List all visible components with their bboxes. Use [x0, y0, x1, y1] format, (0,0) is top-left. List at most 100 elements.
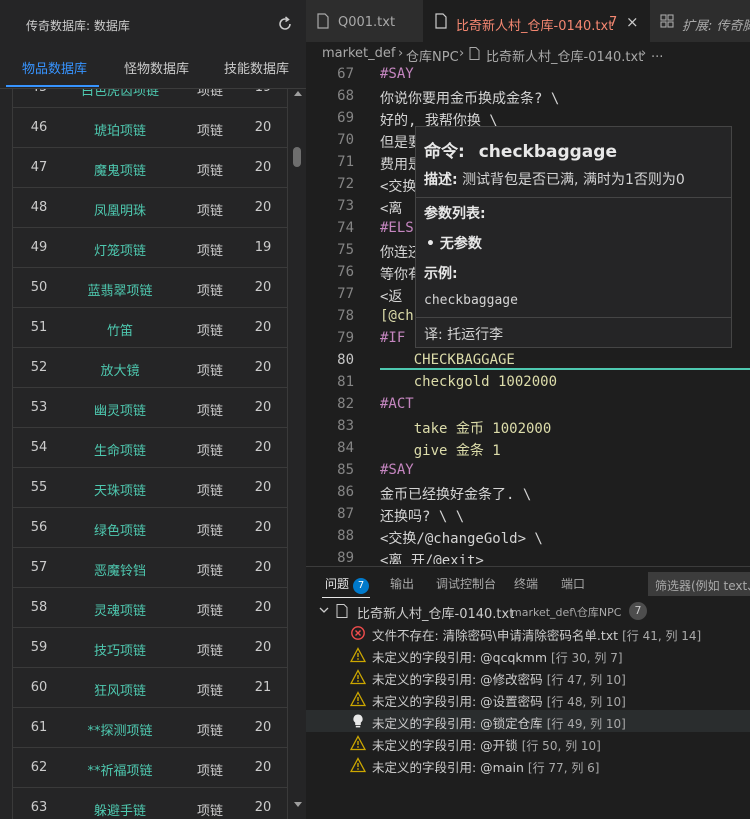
- chevron-right-icon: ›: [459, 46, 465, 61]
- app-window: 传奇数据库: 数据库 物品数据库 怪物数据库 技能数据库 45 白色虎齿项链 项…: [0, 0, 750, 819]
- table-row[interactable]: 61 **探测项链 项链 20: [12, 708, 288, 748]
- table-row[interactable]: 51 竹笛 项链 20: [12, 308, 288, 348]
- code-line: <离: [380, 201, 411, 217]
- problem-location: [行 49, 列 10]: [546, 717, 626, 731]
- item-id: 51: [30, 320, 48, 335]
- hover-command: 命令: checkbaggage: [424, 137, 617, 162]
- item-name: **祈福项链: [87, 764, 153, 779]
- item-name: 躲避手链: [93, 804, 146, 819]
- item-level: 20: [254, 640, 272, 655]
- problems-filter-input[interactable]: 筛选器(例如 text、: [648, 572, 750, 596]
- problem-item[interactable]: 未定义的字段引用: @开锁 [行 50, 列 10]: [306, 732, 750, 754]
- problem-item[interactable]: 未定义的字段引用: @锁定仓库 [行 49, 列 10]: [306, 710, 750, 732]
- item-name: 狂风项链: [93, 684, 146, 699]
- item-id: 47: [30, 160, 48, 175]
- problem-count-badge: 7: [353, 578, 370, 594]
- problem-item[interactable]: 未定义的字段引用: @main [行 77, 列 6]: [306, 754, 750, 776]
- problem-item[interactable]: 未定义的字段引用: @设置密码 [行 48, 列 10]: [306, 688, 750, 710]
- table-row[interactable]: 49 灯笼项链 项链 19: [12, 228, 288, 268]
- tab-items[interactable]: 物品数据库: [22, 58, 87, 77]
- breadcrumb-item-folder[interactable]: market_def: [322, 46, 395, 61]
- table-row[interactable]: 63 躲避手链 项链 20: [12, 788, 288, 819]
- problem-text: 未定义的字段引用: @开锁: [372, 738, 518, 753]
- table-row[interactable]: 48 凤凰明珠 项链 20: [12, 188, 288, 228]
- panel-tab-ports[interactable]: 端口: [561, 575, 585, 592]
- scroll-up-arrow-icon[interactable]: [294, 91, 302, 96]
- table-row[interactable]: 50 蓝翡翠项链 项链 20: [12, 268, 288, 308]
- warning-icon: [349, 669, 367, 685]
- problem-item[interactable]: 未定义的字段引用: @qcqkmm [行 30, 列 7]: [306, 644, 750, 666]
- breadcrumb-item-subfolder[interactable]: 仓库NPC: [406, 46, 459, 65]
- file-icon: [336, 604, 348, 618]
- scroll-down-arrow-icon[interactable]: [294, 802, 302, 807]
- item-id: 59: [30, 640, 48, 655]
- editor-tab-label: Q001.txt: [338, 15, 396, 30]
- panel-tab-terminal[interactable]: 终端: [514, 575, 538, 592]
- editor-tab-problem-count: 7: [609, 15, 618, 30]
- problem-message: 未定义的字段引用: @开锁 [行 50, 列 10]: [372, 735, 601, 754]
- table-row[interactable]: 45 白色虎齿项链 项链 19: [12, 89, 288, 108]
- item-name: 放大镜: [100, 364, 140, 379]
- table-row[interactable]: 52 放大镜 项链 20: [12, 348, 288, 388]
- code-line: [@ch: [380, 308, 414, 324]
- code-line: <返: [380, 289, 403, 305]
- table-row[interactable]: 54 生命项链 项链 20: [12, 428, 288, 468]
- refresh-icon[interactable]: [275, 14, 295, 34]
- problems-file-group[interactable]: 比奇新人村_仓库-0140.txt market_def\仓库NPC 7: [306, 600, 750, 622]
- item-name: 白色虎齿项链: [80, 89, 159, 99]
- item-name: 凤凰明珠: [93, 204, 146, 219]
- item-level: 20: [254, 720, 272, 735]
- editor-tab-active-file[interactable]: 比奇新人村_仓库-0140.txt 7 ×: [424, 0, 650, 42]
- table-row[interactable]: 55 天珠项链 项链 20: [12, 468, 288, 508]
- table-row[interactable]: 62 **祈福项链 项链 20: [12, 748, 288, 788]
- item-id: 60: [30, 680, 48, 695]
- editor-tab-label: 比奇新人村_仓库-0140.txt: [456, 19, 614, 34]
- hover-translation: 译: 托运行李: [424, 327, 504, 343]
- item-id: 57: [30, 560, 48, 575]
- breadcrumb-item-symbol[interactable]: ...: [651, 46, 663, 61]
- tab-skills[interactable]: 技能数据库: [224, 58, 289, 77]
- code-line: 你说你要用金币换成金条? \: [380, 91, 560, 107]
- table-row[interactable]: 53 幽灵项链 项链 20: [12, 388, 288, 428]
- problem-item[interactable]: 未定义的字段引用: @修改密码 [行 47, 列 10]: [306, 666, 750, 688]
- table-row[interactable]: 59 技巧项链 项链 20: [12, 628, 288, 668]
- problems-file-count: 7: [629, 602, 647, 620]
- item-type: 项链: [196, 764, 223, 779]
- item-id: 54: [30, 440, 48, 455]
- table-row[interactable]: 47 魔鬼项链 项链 20: [12, 148, 288, 188]
- code-line: checkgold 1002000: [380, 374, 558, 390]
- vertical-scrollbar[interactable]: [290, 89, 304, 819]
- file-icon: [317, 13, 329, 29]
- editor-tab-extension[interactable]: 扩展: 传奇脚: [650, 0, 750, 42]
- table-row[interactable]: 60 狂风项链 项链 21: [12, 668, 288, 708]
- scrollbar-thumb[interactable]: [293, 147, 301, 167]
- editor-tab-q001[interactable]: Q001.txt: [306, 0, 424, 42]
- chevron-down-icon[interactable]: [319, 605, 329, 615]
- hover-command-label: 命令:: [424, 142, 465, 162]
- table-row[interactable]: 46 琥珀项链 项链 20: [12, 108, 288, 148]
- table-row[interactable]: 57 恶魔铃铛 项链 20: [12, 548, 288, 588]
- line-number: 71: [337, 154, 354, 170]
- problem-item[interactable]: 文件不存在: 清除密码\申请清除密码名单.txt [行 41, 列 14]: [306, 622, 750, 644]
- line-number: 82: [337, 396, 354, 412]
- code-line: <交换: [380, 179, 417, 195]
- code-line: #ELS: [380, 220, 414, 236]
- code-line: take 金币 1002000: [380, 421, 552, 437]
- table-row[interactable]: 56 绿色项链 项链 20: [12, 508, 288, 548]
- panel-tab-debug-console[interactable]: 调试控制台: [436, 575, 496, 592]
- editor-tab-bar: Q001.txt 比奇新人村_仓库-0140.txt 7 × 扩展: 传奇脚: [306, 0, 750, 42]
- item-id: 55: [30, 480, 48, 495]
- table-row[interactable]: 58 灵魂项链 项链 20: [12, 588, 288, 628]
- problem-text: 文件不存在: 清除密码\申请清除密码名单.txt: [372, 628, 619, 643]
- tab-monsters[interactable]: 怪物数据库: [124, 58, 189, 77]
- item-id: 52: [30, 360, 48, 375]
- hover-command-name: checkbaggage: [478, 142, 617, 162]
- close-icon[interactable]: ×: [626, 13, 639, 31]
- line-number: 74: [337, 220, 354, 236]
- panel-tab-problems[interactable]: 问题 7: [325, 575, 370, 594]
- database-tabs: 物品数据库 怪物数据库 技能数据库: [0, 46, 306, 88]
- warning-icon: [349, 757, 367, 773]
- breadcrumb-item-file[interactable]: 比奇新人村_仓库-0140.txt: [486, 46, 643, 65]
- panel-tab-output[interactable]: 输出: [390, 575, 414, 592]
- line-number: 81: [337, 374, 354, 390]
